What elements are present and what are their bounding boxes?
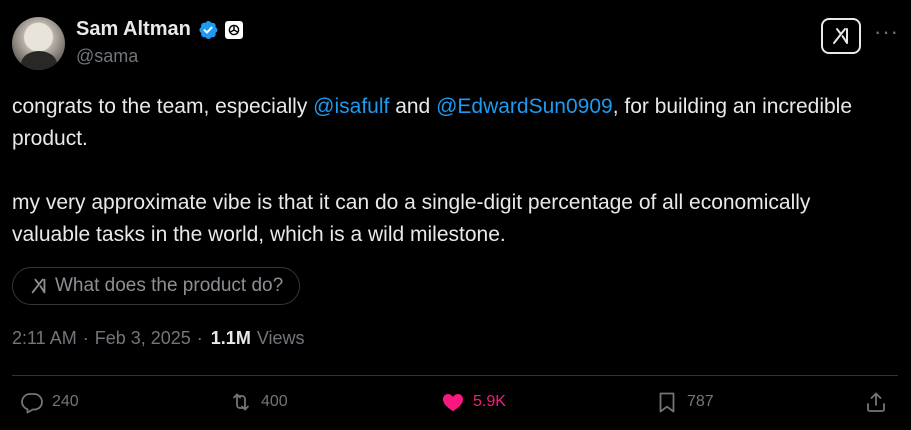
repost-icon	[233, 393, 249, 411]
verified-badge-icon[interactable]	[197, 19, 219, 41]
share-icon	[867, 392, 885, 412]
bookmark-count: 787	[687, 393, 714, 410]
action-bar: 240 400 5.9K 787	[0, 390, 911, 426]
tweet-date[interactable]: Feb 3, 2025	[95, 328, 191, 349]
bookmark-icon	[659, 392, 675, 413]
meta-separator: ·	[196, 328, 203, 348]
repost-count: 400	[261, 393, 288, 410]
tweet-paragraph-2: my very approximate vibe is that it can …	[12, 191, 811, 246]
mention-link[interactable]: @isafulf	[313, 95, 389, 118]
reply-count: 240	[52, 393, 79, 410]
avatar[interactable]	[12, 17, 65, 70]
repost-button[interactable]: 400	[229, 390, 288, 414]
heart-icon	[443, 394, 463, 412]
grok-prompt-label: What does the product do?	[55, 275, 284, 296]
grok-icon	[833, 28, 848, 44]
grok-button[interactable]	[821, 18, 861, 54]
author-name[interactable]: Sam Altman	[76, 18, 191, 41]
tweet-paragraph-1: congrats to the team, especially @isaful…	[12, 91, 892, 155]
reply-button[interactable]: 240	[20, 390, 79, 414]
mention-link[interactable]: @EdwardSun0909	[436, 95, 613, 118]
views-label: Views	[256, 328, 305, 348]
views-count[interactable]: 1.1M	[211, 328, 251, 349]
share-button[interactable]	[864, 390, 888, 414]
tweet-text-segment: and	[389, 95, 437, 118]
reply-icon	[21, 393, 43, 414]
grok-icon	[31, 278, 46, 294]
tweet-body: congrats to the team, especially @isaful…	[12, 91, 892, 251]
meta-separator: ·	[82, 328, 89, 348]
author-handle[interactable]: @sama	[76, 46, 138, 67]
like-button[interactable]: 5.9K	[441, 390, 506, 414]
like-count: 5.9K	[473, 393, 506, 410]
more-options-icon[interactable]: ···	[874, 21, 899, 43]
openai-affiliation-icon[interactable]	[224, 20, 243, 39]
openai-logo-icon	[228, 24, 240, 35]
tweet-time[interactable]: 2:11 AM	[12, 328, 77, 349]
grok-prompt-button[interactable]: What does the product do?	[12, 267, 301, 305]
divider	[12, 375, 898, 376]
tweet-text-segment: congrats to the team, especially	[12, 95, 314, 118]
bookmark-button[interactable]: 787	[655, 390, 714, 414]
author-row: Sam Altman	[76, 18, 243, 41]
tweet-meta: 2:11 AM · Feb 3, 2025 · 1.1M Views	[12, 328, 305, 349]
